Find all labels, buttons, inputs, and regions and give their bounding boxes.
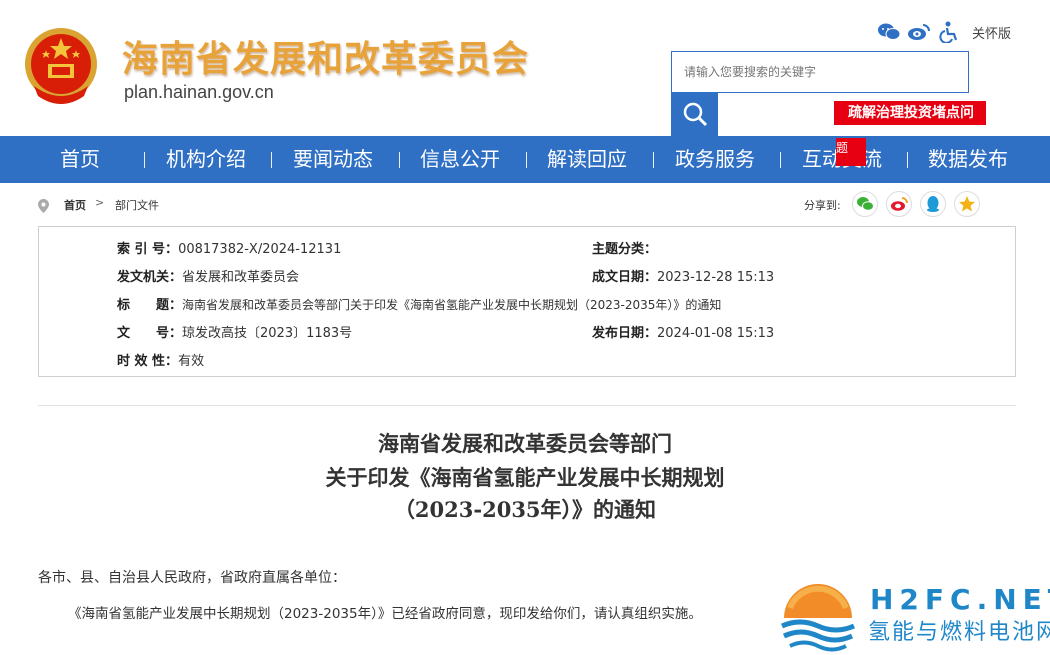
nav-item-about[interactable]: 机构介绍 — [166, 136, 246, 183]
breadcrumb-separator: > — [95, 196, 105, 209]
national-emblem-icon[interactable] — [22, 26, 100, 106]
article-title-line-1: 海南省发展和改革委员会等部门 — [378, 431, 672, 456]
meta-validity: 时 效 性：有效 — [117, 350, 204, 369]
meta-title-value: 海南省发展和改革委员会等部门关于印发《海南省氢能产业发展中长期规划（2023-2… — [182, 298, 722, 312]
search-button[interactable] — [671, 92, 718, 136]
breadcrumb-current[interactable]: 部门文件 — [115, 197, 159, 213]
meta-index-label: 索 引 号： — [117, 242, 179, 257]
nav-item-interpretation[interactable]: 解读回应 — [547, 136, 627, 183]
elder-mode-link[interactable]: 关怀版 — [972, 23, 1011, 42]
hot-topic-tag[interactable]: 题 — [836, 138, 866, 166]
breadcrumb: 首页 > 部门文件 分享到: — [0, 183, 1050, 225]
wechat-icon — [857, 197, 874, 211]
site-header: 海南省发展和改革委员会 plan.hainan.gov.cn 关怀版 疏解治理投… — [0, 0, 1050, 136]
article-salutation: 各市、县、自治县人民政府，省政府直属各单位： — [38, 570, 346, 586]
qq-icon — [927, 196, 939, 212]
meta-topic: 主题分类： — [592, 238, 657, 257]
search-box — [671, 51, 969, 93]
meta-published-label: 发布日期： — [592, 326, 658, 341]
meta-created: 成文日期：2023-12-28 15:13 — [592, 266, 774, 285]
search-icon — [683, 102, 707, 127]
meta-title-label: 标 题： — [117, 298, 183, 313]
meta-docno-label: 文 号： — [117, 326, 183, 341]
nav-item-services[interactable]: 政务服务 — [675, 136, 755, 183]
share-qzone-button[interactable] — [954, 191, 980, 217]
meta-validity-label: 时 效 性： — [117, 354, 179, 369]
search-input[interactable] — [672, 52, 968, 92]
nav-item-disclosure[interactable]: 信息公开 — [420, 136, 500, 183]
accessibility-icon[interactable] — [936, 19, 962, 45]
article-title-line-3: （2023-2035年）》的通知 — [393, 497, 657, 522]
article-body-paragraph: 《海南省氢能产业发展中长期规划（2023-2035年）》已经省政府同意，现印发给… — [68, 606, 702, 622]
meta-index: 索 引 号：00817382-X/2024-12131 — [117, 238, 341, 257]
site-title[interactable]: 海南省发展和改革委员会 — [122, 30, 529, 82]
nav-divider — [399, 152, 400, 168]
nav-divider — [271, 152, 272, 168]
share-qq-button[interactable] — [920, 191, 946, 217]
location-pin-icon — [38, 199, 49, 213]
meta-topic-label: 主题分类： — [592, 242, 658, 257]
meta-published: 发布日期：2024-01-08 15:13 — [592, 322, 774, 341]
article-title-line-2: 关于印发《海南省氢能产业发展中长期规划 — [325, 465, 725, 490]
nav-item-home[interactable]: 首页 — [60, 136, 100, 183]
meta-created-label: 成文日期： — [592, 270, 658, 285]
meta-issuer: 发文机关：省发展和改革委员会 — [117, 266, 299, 285]
watermark-brand: H2FC.NET — [870, 583, 1050, 616]
wechat-icon[interactable] — [876, 19, 902, 45]
meta-issuer-label: 发文机关： — [117, 270, 183, 285]
meta-validity-value: 有效 — [178, 354, 205, 369]
meta-created-value: 2023-12-28 15:13 — [657, 270, 775, 285]
main-nav: 首页 机构介绍 要闻动态 信息公开 解读回应 政务服务 互动交流 数据发布 — [0, 136, 1050, 183]
meta-published-value: 2024-01-08 15:13 — [657, 326, 775, 341]
meta-docno-value: 琼发改高技〔2023〕1183号 — [182, 326, 353, 341]
document-meta-table: 索 引 号：00817382-X/2024-12131 主题分类： 发文机关：省… — [38, 226, 1016, 377]
nav-divider — [907, 152, 908, 168]
top-toolbar: 关怀版 — [876, 18, 1011, 46]
site-domain: plan.hainan.gov.cn — [124, 82, 274, 102]
nav-divider — [526, 152, 527, 168]
meta-title: 标 题：海南省发展和改革委员会等部门关于印发《海南省氢能产业发展中长期规划（20… — [117, 294, 721, 313]
meta-issuer-value: 省发展和改革委员会 — [182, 270, 300, 285]
weibo-icon[interactable] — [906, 19, 932, 45]
hot-topic-link[interactable]: 疏解治理投资堵点问 — [834, 101, 986, 125]
share-weibo-button[interactable] — [886, 191, 912, 217]
meta-index-value: 00817382-X/2024-12131 — [178, 242, 342, 257]
weibo-icon — [891, 197, 908, 211]
nav-item-news[interactable]: 要闻动态 — [293, 136, 373, 183]
qzone-icon — [959, 196, 975, 212]
share-label: 分享到: — [804, 199, 841, 212]
nav-divider — [144, 152, 145, 168]
content-divider — [38, 405, 1016, 406]
breadcrumb-home[interactable]: 首页 — [64, 197, 86, 213]
watermark-tagline: 氢能与燃料电池网 — [868, 620, 1050, 645]
nav-divider — [780, 152, 781, 168]
meta-docno: 文 号：琼发改高技〔2023〕1183号 — [117, 322, 352, 341]
share-wechat-button[interactable] — [852, 191, 878, 217]
nav-divider — [653, 152, 654, 168]
nav-item-data[interactable]: 数据发布 — [928, 136, 1008, 183]
